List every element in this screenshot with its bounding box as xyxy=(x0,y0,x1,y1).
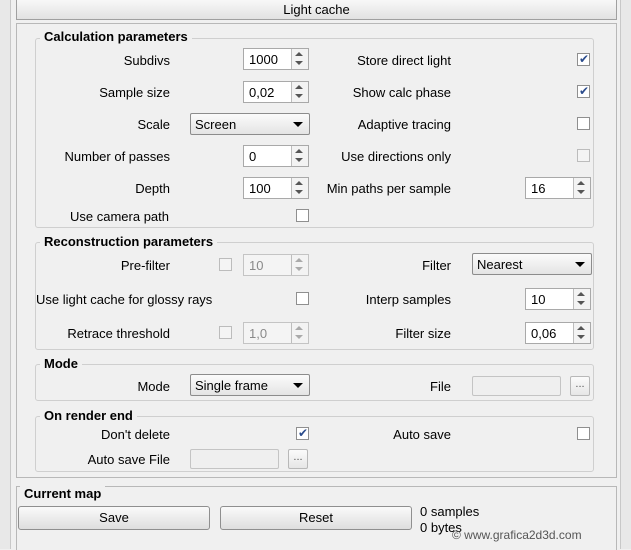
spinner-down-icon[interactable] xyxy=(295,94,303,98)
min-paths-per-sample-label: Min paths per sample xyxy=(326,181,451,196)
scale-label: Scale xyxy=(137,117,170,132)
on-render-end-title: On render end xyxy=(40,408,137,423)
chevron-down-icon xyxy=(293,383,303,388)
pre-filter-value: 10 xyxy=(249,258,264,273)
spinner-up-icon[interactable] xyxy=(295,149,303,153)
scale-dropdown[interactable]: Screen xyxy=(190,113,310,135)
store-direct-light-checkbox[interactable]: ✔ xyxy=(577,52,590,66)
current-map-title: Current map xyxy=(20,486,106,501)
spinner-up-icon[interactable] xyxy=(577,326,585,330)
check-icon: ✔ xyxy=(579,84,590,98)
spinner-down-icon[interactable] xyxy=(295,190,303,194)
use-camera-path-label: Use camera path xyxy=(70,209,169,224)
number-of-passes-value: 0 xyxy=(249,149,257,164)
chevron-down-icon xyxy=(293,122,303,127)
samples-count: 0 samples xyxy=(420,504,480,519)
interp-samples-value: 10 xyxy=(531,292,546,307)
retrace-threshold-spinner[interactable]: 1,0 xyxy=(243,322,309,344)
sample-size-spinner[interactable]: 0,02 xyxy=(243,81,309,103)
calculation-parameters-title: Calculation parameters xyxy=(40,29,192,44)
file-path-field[interactable] xyxy=(472,376,561,396)
subdivs-spinner[interactable]: 1000 xyxy=(243,48,309,70)
spinner-down-icon[interactable] xyxy=(295,335,303,339)
mode-value: Single frame xyxy=(195,378,268,393)
filter-dropdown[interactable]: Nearest xyxy=(472,253,592,275)
spinner-up-icon[interactable] xyxy=(295,258,303,262)
use-light-cache-glossy-label: Use light cache for glossy rays xyxy=(36,292,213,307)
show-calc-phase-checkbox[interactable]: ✔ xyxy=(577,84,590,98)
adaptive-tracing-checkbox[interactable] xyxy=(577,117,590,130)
spinner-up-icon[interactable] xyxy=(577,181,585,185)
min-paths-spinner[interactable]: 16 xyxy=(525,177,591,199)
dont-delete-label: Don't delete xyxy=(101,427,170,442)
auto-save-label: Auto save xyxy=(393,427,451,442)
sample-size-label: Sample size xyxy=(99,85,170,100)
adaptive-tracing-label: Adaptive tracing xyxy=(357,117,451,132)
filter-size-spinner[interactable]: 0,06 xyxy=(525,322,591,344)
pre-filter-checkbox[interactable] xyxy=(219,258,232,271)
use-light-cache-glossy-checkbox[interactable] xyxy=(296,292,309,305)
mode-label: Mode xyxy=(137,379,170,394)
left-panel-edge xyxy=(0,0,11,549)
subdivs-label: Subdivs xyxy=(123,53,170,68)
pre-filter-label: Pre-filter xyxy=(120,258,170,273)
spinner-down-icon[interactable] xyxy=(577,301,585,305)
auto-save-file-label: Auto save File xyxy=(87,452,170,467)
check-icon: ✔ xyxy=(579,52,590,66)
mode-dropdown[interactable]: Single frame xyxy=(190,374,310,396)
auto-save-checkbox[interactable] xyxy=(577,427,590,440)
filter-label: Filter xyxy=(422,258,451,273)
filter-size-value: 0,06 xyxy=(531,326,557,341)
auto-save-file-field[interactable] xyxy=(190,449,279,469)
spinner-down-icon[interactable] xyxy=(577,335,585,339)
filter-value: Nearest xyxy=(477,257,523,272)
min-paths-value: 16 xyxy=(531,181,546,196)
mode-title: Mode xyxy=(40,356,82,371)
depth-value: 100 xyxy=(249,181,271,196)
retrace-threshold-checkbox[interactable] xyxy=(219,326,232,339)
spinner-up-icon[interactable] xyxy=(295,181,303,185)
use-directions-only-label: Use directions only xyxy=(341,149,451,164)
reconstruction-parameters-title: Reconstruction parameters xyxy=(40,234,218,249)
check-icon: ✔ xyxy=(298,426,309,440)
auto-save-file-browse-button[interactable]: ... xyxy=(288,449,308,469)
depth-label: Depth xyxy=(135,181,170,196)
spinner-down-icon[interactable] xyxy=(295,158,303,162)
spinner-up-icon[interactable] xyxy=(295,326,303,330)
use-directions-only-checkbox[interactable] xyxy=(577,149,590,162)
show-calc-phase-label: Show calc phase xyxy=(352,85,451,100)
file-label: File xyxy=(430,379,451,394)
subdivs-value: 1000 xyxy=(249,52,278,67)
depth-spinner[interactable]: 100 xyxy=(243,177,309,199)
save-button[interactable]: Save xyxy=(18,506,210,530)
spinner-down-icon[interactable] xyxy=(295,267,303,271)
interp-samples-spinner[interactable]: 10 xyxy=(525,288,591,310)
pre-filter-spinner[interactable]: 10 xyxy=(243,254,309,276)
number-of-passes-spinner[interactable]: 0 xyxy=(243,145,309,167)
spinner-up-icon[interactable] xyxy=(577,292,585,296)
retrace-threshold-label: Retrace threshold xyxy=(67,326,170,341)
filter-size-label: Filter size xyxy=(395,326,451,341)
dont-delete-checkbox[interactable]: ✔ xyxy=(296,426,309,440)
reset-button[interactable]: Reset xyxy=(220,506,412,530)
spinner-down-icon[interactable] xyxy=(295,61,303,65)
sample-size-value: 0,02 xyxy=(249,85,275,100)
number-of-passes-label: Number of passes xyxy=(64,149,171,164)
scrollbar-track[interactable] xyxy=(620,0,631,549)
use-camera-path-checkbox[interactable] xyxy=(296,209,309,222)
watermark-text: © www.grafica2d3d.com xyxy=(452,528,582,542)
spinner-up-icon[interactable] xyxy=(295,52,303,56)
retrace-threshold-value: 1,0 xyxy=(249,326,268,341)
store-direct-light-label: Store direct light xyxy=(357,53,451,68)
scale-value: Screen xyxy=(195,117,237,132)
interp-samples-label: Interp samples xyxy=(365,292,451,307)
spinner-up-icon[interactable] xyxy=(295,85,303,89)
chevron-down-icon xyxy=(575,262,585,267)
rollout-title-light-cache[interactable]: Light cache xyxy=(16,0,617,20)
file-browse-button[interactable]: ... xyxy=(570,376,590,396)
spinner-down-icon[interactable] xyxy=(577,190,585,194)
